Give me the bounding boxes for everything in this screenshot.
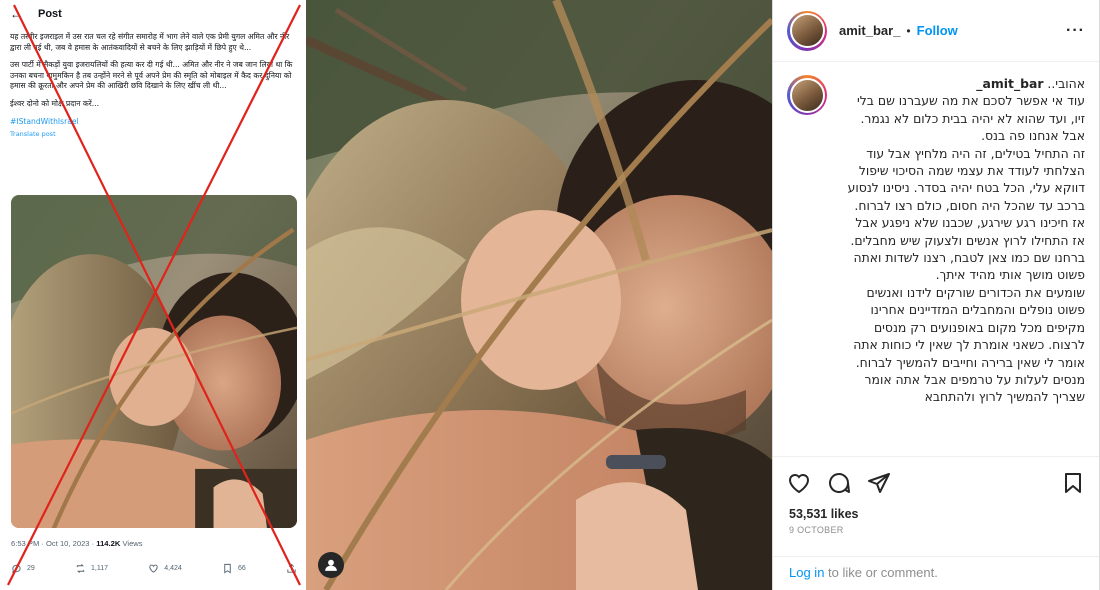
twitter-post-panel: ← Post यह तस्वीर इजराइल में उस रात चल रह… — [0, 0, 306, 590]
repost-icon — [76, 564, 85, 573]
post-header: ← Post — [0, 0, 306, 28]
views-label: Views — [120, 539, 143, 548]
caption-first-line: אהובי.. amit_bar_ — [839, 75, 1085, 92]
login-link[interactable]: Log in — [789, 565, 824, 580]
instagram-post-panel: amit_bar_ • Follow ··· אהובי.. amit_bar_… — [772, 0, 1100, 590]
tweet-photo[interactable] — [11, 195, 297, 528]
caption-paragraph: זה התחיל בטילים, זה היה מלחיץ אבל עוד הצ… — [847, 145, 1085, 248]
bookmark-count: 66 — [237, 565, 246, 572]
bookmark-button[interactable]: 66 — [222, 563, 246, 574]
save-icon[interactable] — [1061, 471, 1085, 495]
more-options-icon[interactable]: ··· — [1066, 22, 1085, 40]
comment-icon[interactable] — [827, 471, 851, 495]
back-arrow-icon[interactable]: ← — [10, 7, 28, 21]
caption-username[interactable]: amit_bar_ — [976, 76, 1043, 91]
tweet-paragraph: ईश्वर दोनो को मोक्ष प्रदान करें... — [10, 98, 99, 108]
share-icon — [287, 563, 296, 573]
tweet-meta: 6:53 PM · Oct 10, 2023 · 114.2K Views — [11, 539, 143, 548]
reply-icon — [12, 564, 21, 574]
follow-button[interactable]: Follow — [917, 23, 958, 38]
tweet-paragraph: उस पार्टी में सैकड़ों युवा इजरायलियों की… — [10, 60, 293, 91]
post-date: 9 OCTOBER — [789, 525, 844, 535]
bookmark-icon — [224, 563, 231, 574]
login-suffix: to like or comment. — [824, 565, 938, 580]
post-actions: 53,531 likes 9 OCTOBER — [773, 456, 1099, 535]
hashtag-link[interactable]: #IStandWithIsrael — [10, 117, 296, 128]
like-heart-icon[interactable] — [787, 471, 811, 495]
post-author-header: amit_bar_ • Follow ··· — [773, 0, 1099, 62]
like-heart-icon — [149, 564, 158, 573]
user-tag-icon — [325, 559, 337, 571]
reply-count: 29 — [27, 565, 35, 572]
tweet-paragraph: यह तस्वीर इजराइल में उस रात चल रहे संगीत… — [10, 32, 290, 52]
author-avatar[interactable] — [787, 10, 827, 51]
login-prompt: Log in to like or comment. — [773, 556, 1099, 590]
like-button[interactable]: 4,424 — [148, 563, 182, 574]
caption-paragraph: ברחנו שם כמו צאן לטבח, רצנו לשדות ואתה פ… — [853, 250, 1085, 283]
repost-button[interactable]: 1,117 — [75, 563, 108, 574]
instagram-photo[interactable] — [306, 0, 772, 590]
caption-paragraph: שומעים את הכדורים שורקים לידנו ואנשים פש… — [853, 284, 1085, 405]
tweet-timestamp: 6:53 PM · Oct 10, 2023 · — [11, 539, 97, 548]
views-count: 114.2K — [96, 539, 121, 548]
author-username[interactable]: amit_bar_ — [839, 23, 900, 38]
reply-button[interactable]: 29 — [11, 563, 35, 574]
caption-paragraph: אבל אנחנו פה בנס. — [981, 128, 1085, 144]
caption-greeting: אהובי.. — [1043, 76, 1085, 91]
like-count: 4,424 — [164, 565, 182, 572]
tweet-text: यह तस्वीर इजराइल में उस रात चल रहे संगीत… — [0, 28, 306, 140]
share-button[interactable] — [286, 563, 297, 574]
composite-screenshot: ← Post यह तस्वीर इजराइल में उस रात चल रह… — [0, 0, 1100, 590]
repost-count: 1,117 — [91, 565, 109, 572]
tagged-users-button[interactable] — [318, 552, 344, 578]
post-caption: אהובי.. amit_bar_ עוד אי אפשר לסכם את מה… — [773, 63, 1099, 455]
translate-post-link[interactable]: Translate post — [10, 129, 296, 140]
likes-count[interactable]: 53,531 likes — [773, 501, 1099, 521]
send-icon[interactable] — [867, 471, 891, 495]
caption-avatar[interactable] — [787, 75, 827, 115]
post-header-title: Post — [38, 8, 62, 20]
separator-dot: • — [906, 23, 911, 38]
caption-paragraph: עוד אי אפשר לסכם את מה שעברנו שם בלי זיו… — [856, 93, 1085, 126]
tweet-action-bar: 29 1,117 4,424 66 — [11, 563, 297, 574]
